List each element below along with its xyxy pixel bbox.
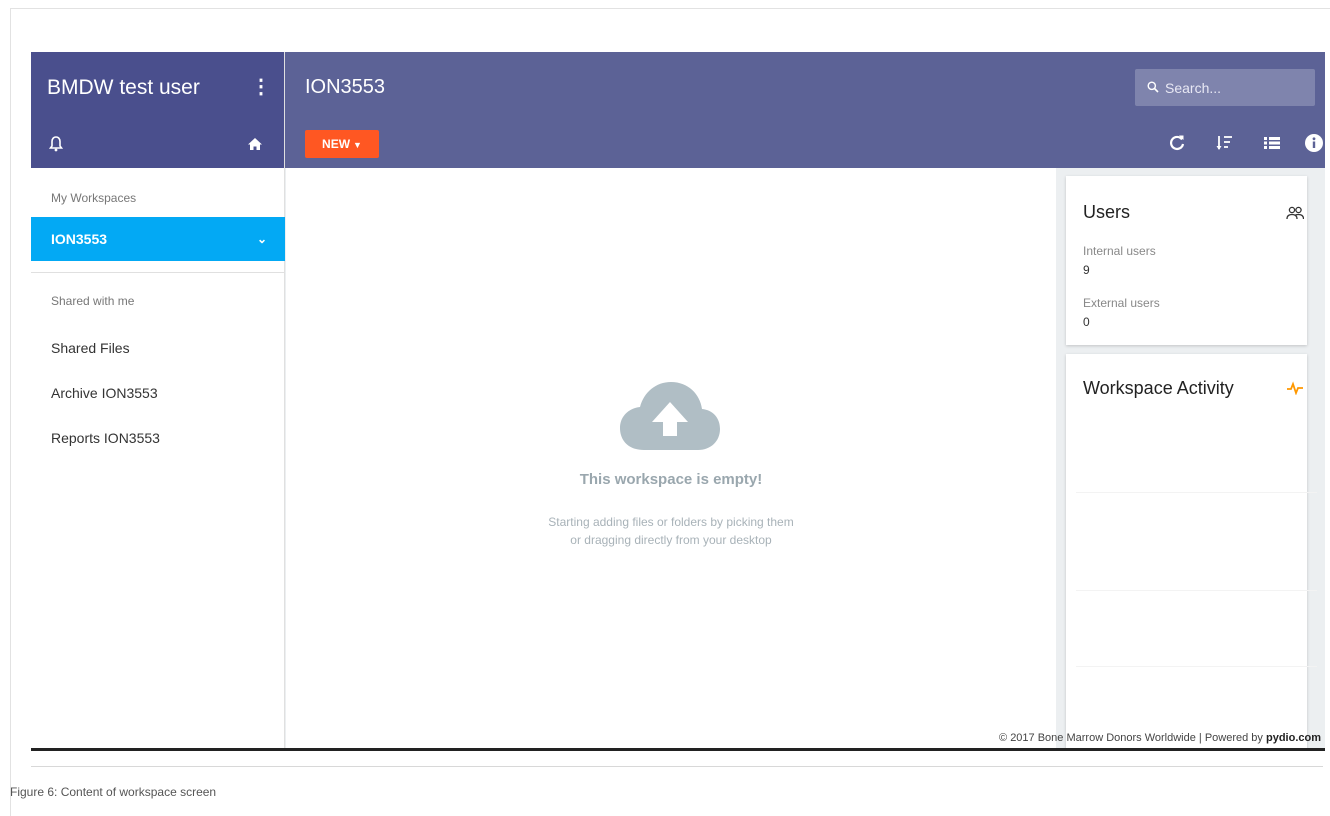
empty-state-title: This workspace is empty!: [579, 471, 763, 488]
sort-icon[interactable]: [1215, 133, 1235, 153]
chart-gridline: [1076, 492, 1317, 493]
empty-state-line: or dragging directly from your desktop: [570, 533, 772, 547]
app-bottom-border: [31, 748, 1325, 751]
users-card: Users Internal users 9 External users 0: [1066, 176, 1307, 345]
new-button[interactable]: NEW ▼: [305, 130, 379, 158]
sidebar-header: BMDW test user ⋮: [31, 52, 284, 168]
external-users-label: External users: [1083, 296, 1160, 310]
sidebar: BMDW test user ⋮ My Workspaces ION3553 ⌄…: [31, 52, 285, 750]
sidebar-item-active-workspace[interactable]: ION3553 ⌄: [31, 217, 285, 261]
info-panel: Users Internal users 9 External users 0 …: [1056, 168, 1325, 750]
shared-with-me-label: Shared with me: [51, 294, 135, 308]
external-users-value: 0: [1083, 315, 1090, 329]
caption-divider: [31, 766, 1323, 767]
footer-brand-link[interactable]: pydio.com: [1266, 732, 1321, 744]
search-input[interactable]: [1165, 69, 1310, 106]
empty-state-line: Starting adding files or folders by pick…: [548, 515, 794, 529]
internal-users-label: Internal users: [1083, 244, 1156, 258]
workspace-activity-card: Workspace Activity: [1066, 354, 1317, 750]
users-card-title: Users: [1083, 202, 1131, 222]
list-view-icon[interactable]: [1262, 133, 1282, 153]
more-vertical-icon[interactable]: ⋮: [251, 74, 271, 98]
refresh-icon[interactable]: [1167, 133, 1187, 153]
user-name[interactable]: BMDW test user: [47, 76, 200, 100]
activity-icon: [1287, 381, 1303, 395]
sidebar-item-archive[interactable]: Archive ION3553: [51, 385, 158, 401]
chart-gridline: [1076, 590, 1317, 591]
activity-card-title: Workspace Activity: [1083, 378, 1234, 398]
pydio-app-window: BMDW test user ⋮ My Workspaces ION3553 ⌄…: [31, 52, 1325, 750]
info-icon[interactable]: [1304, 133, 1324, 153]
internal-users-value: 9: [1083, 263, 1090, 277]
search-icon: [1147, 81, 1159, 93]
footer: © 2017 Bone Marrow Donors Worldwide | Po…: [999, 732, 1321, 744]
search-box[interactable]: [1135, 69, 1315, 106]
chevron-down-icon[interactable]: ⌄: [257, 217, 267, 261]
sidebar-item-label: ION3553: [51, 231, 108, 247]
new-button-label: NEW: [322, 137, 351, 151]
cloud-upload-icon: [620, 382, 720, 450]
figure-caption: Figure 6: Content of workspace screen: [10, 785, 217, 799]
home-icon[interactable]: [247, 136, 263, 152]
app-header: ION3553 NEW▼: [285, 52, 1325, 168]
sidebar-divider: [31, 272, 285, 273]
my-workspaces-label: My Workspaces: [51, 191, 137, 205]
sidebar-item-reports[interactable]: Reports ION3553: [51, 430, 160, 446]
empty-state-description: Starting adding files or folders by pick…: [286, 513, 1056, 549]
footer-text: © 2017 Bone Marrow Donors Worldwide | Po…: [999, 732, 1263, 744]
caret-down-icon: ▼: [353, 140, 362, 150]
chart-gridline: [1076, 666, 1317, 667]
workspace-title: ION3553: [305, 76, 386, 98]
file-list-area[interactable]: This workspace is empty! Starting adding…: [286, 168, 1056, 750]
users-icon: [1286, 206, 1304, 220]
bell-icon[interactable]: [49, 136, 63, 152]
sidebar-item-shared-files[interactable]: Shared Files: [51, 340, 130, 356]
